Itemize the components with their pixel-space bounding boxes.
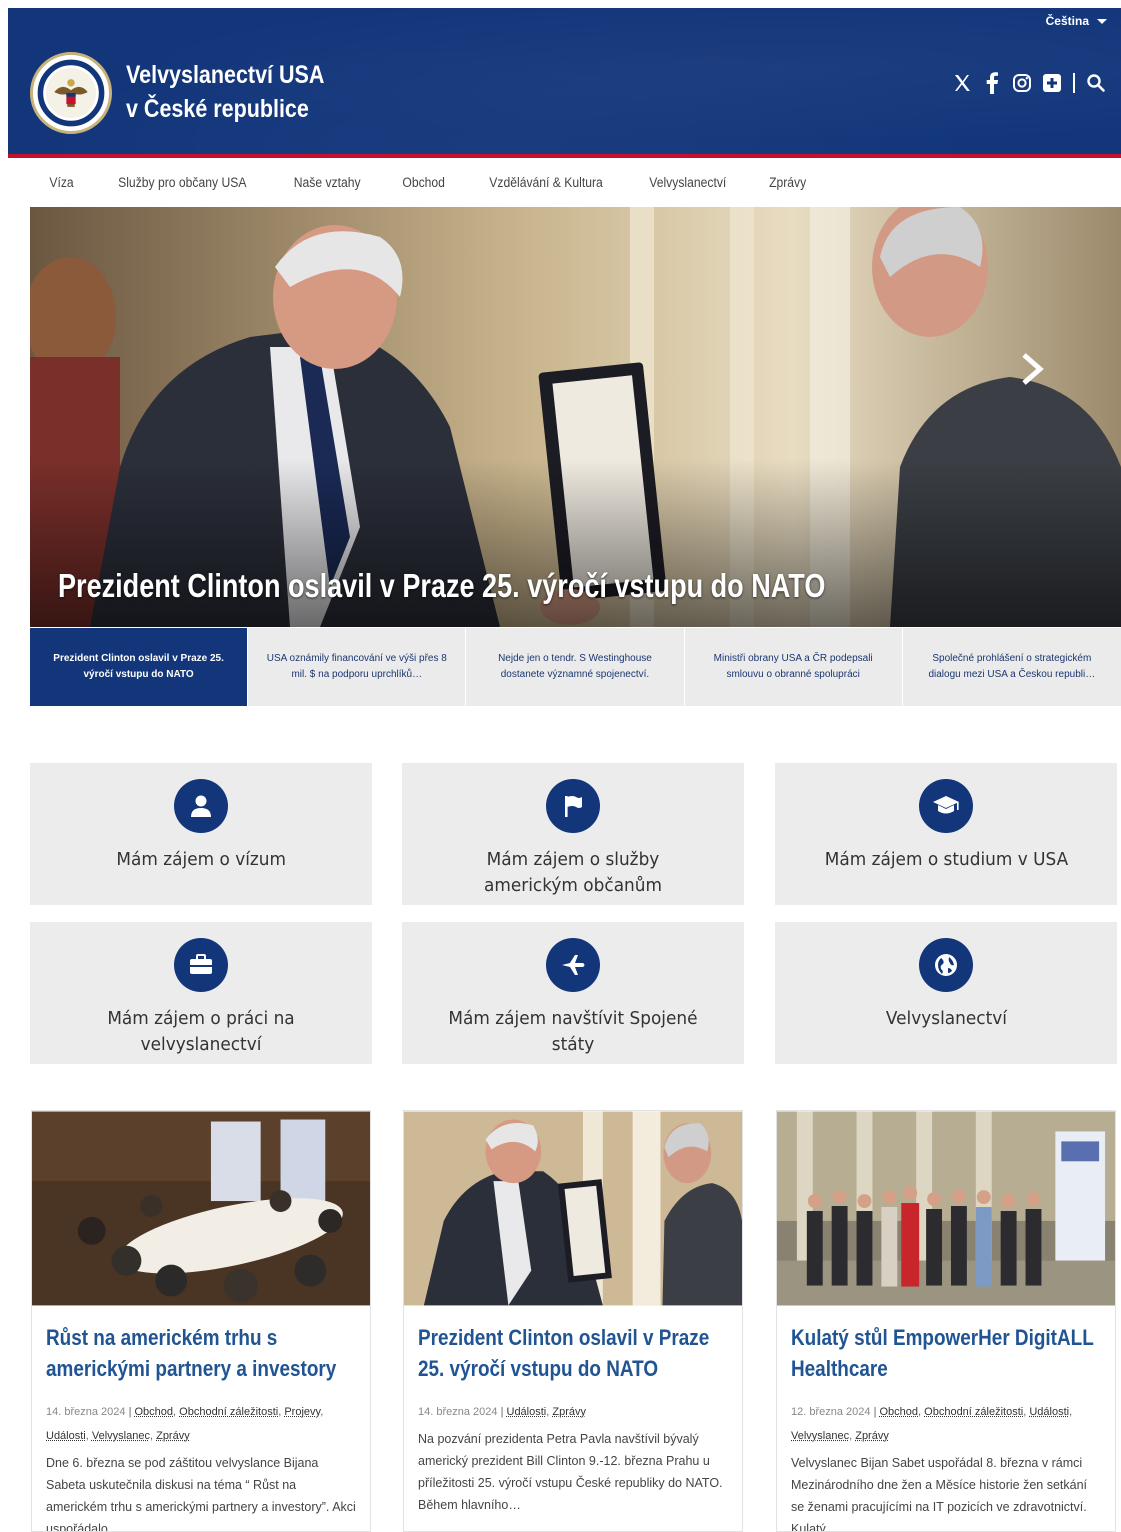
nav-item-zpravy[interactable]: Zprávy — [753, 175, 823, 190]
news-tag[interactable]: Velvyslanec — [791, 1430, 849, 1442]
hero-photo — [30, 207, 1121, 627]
news-card-meta: 14. března 2024 | Události, Zprávy — [418, 1406, 586, 1418]
news-card-date: 12. března 2024 — [791, 1406, 871, 1418]
news-card-image[interactable] — [404, 1111, 742, 1306]
news-tag[interactable]: Obchodní záležitosti — [179, 1406, 278, 1418]
site-title[interactable]: Velvyslanectví USA v České republice — [126, 58, 324, 126]
nav-item-vztahy[interactable]: Naše vztahy — [277, 175, 376, 190]
social-links — [951, 72, 1107, 94]
news-card-excerpt: Dne 6. března se pod záštitou velvyslanc… — [46, 1456, 356, 1532]
chevron-down-icon — [1097, 18, 1107, 24]
carousel-tab[interactable]: Nejde jen o tendr. S Westinghouse dostan… — [466, 628, 685, 706]
news-tag[interactable]: Obchodní záležitosti — [924, 1406, 1023, 1418]
facebook-icon[interactable] — [981, 72, 1003, 94]
news-card-image[interactable] — [32, 1111, 370, 1306]
news-card: Kulatý stůl EmpowerHer DigitALL Healthca… — [776, 1110, 1116, 1532]
carousel-tab[interactable]: Prezident Clinton oslavil v Praze 25. vý… — [30, 628, 249, 706]
nav-item-viza[interactable]: Víza — [33, 175, 90, 190]
hero-caption[interactable]: Prezident Clinton oslavil v Praze 25. vý… — [58, 567, 825, 605]
news-tag[interactable]: Zprávy — [552, 1406, 586, 1418]
site-title-line-1: Velvyslanectví USA — [126, 61, 325, 89]
service-tile-embassy[interactable]: Velvyslanectví — [775, 922, 1117, 1064]
news-card-excerpt: Velvyslanec Bijan Sabet uspořádal 8. bře… — [791, 1456, 1088, 1532]
carousel-tab[interactable]: Ministři obrany USA a ČR podepsali smlou… — [685, 628, 903, 706]
separator — [1073, 73, 1075, 93]
carousel-tabs: Prezident Clinton oslavil v Praze 25. vý… — [30, 628, 1121, 706]
news-tag[interactable]: Velvyslanec — [92, 1430, 150, 1442]
news-card-title[interactable]: Kulatý stůl EmpowerHer DigitALL Healthca… — [791, 1322, 1109, 1384]
news-card-image[interactable] — [777, 1111, 1115, 1306]
globe-icon — [919, 938, 973, 992]
embassy-seal-logo[interactable] — [30, 52, 112, 134]
nav-item-sluzby[interactable]: Služby pro občany USA — [102, 175, 263, 190]
graduation-cap-icon — [919, 779, 973, 833]
news-tag[interactable]: Události — [46, 1430, 86, 1442]
flickr-icon[interactable] — [1041, 72, 1063, 94]
news-card-meta: 12. března 2024 | Obchod, Obchodní zálež… — [791, 1406, 1073, 1442]
service-tile-label: Mám zájem o studium v USA — [824, 849, 1068, 870]
service-tile-label: Mám zájem navštívit Spojené státy — [448, 1008, 698, 1055]
site-header: Čeština Velvyslanectví USA v České repub… — [8, 8, 1121, 156]
hero-slide[interactable]: Prezident Clinton oslavil v Praze 25. vý… — [30, 207, 1121, 627]
news-tag[interactable]: Projevy — [284, 1406, 320, 1418]
news-tag[interactable]: Obchod — [880, 1406, 919, 1418]
search-icon[interactable] — [1085, 72, 1107, 94]
service-tile-label: Mám zájem o práci na velvyslanectví — [107, 1008, 295, 1055]
plane-icon — [546, 938, 600, 992]
news-card: Růst na americkém trhu s americkými part… — [31, 1110, 371, 1532]
carousel-tab[interactable]: Společné prohlášení o strategickém dialo… — [903, 628, 1121, 706]
news-card-title[interactable]: Růst na americkém trhu s americkými part… — [46, 1322, 364, 1384]
news-card-excerpt: Na pozvání prezidenta Petra Pavla navští… — [418, 1432, 723, 1512]
service-tile-citizen-services[interactable]: Mám zájem o služby americkým občanům — [402, 763, 744, 905]
site-title-line-2: v České republice — [126, 95, 309, 123]
service-tile-label: Velvyslanectví — [885, 1008, 1007, 1029]
news-tag[interactable]: Zprávy — [855, 1430, 889, 1442]
language-selector[interactable]: Čeština — [1046, 14, 1107, 28]
language-label: Čeština — [1045, 14, 1089, 28]
service-tile-visa[interactable]: Mám zájem o vízum — [30, 763, 372, 905]
flag-icon — [546, 779, 600, 833]
nav-item-velvyslanectvi[interactable]: Velvyslanectví — [633, 175, 742, 190]
news-tag[interactable]: Události — [507, 1406, 547, 1418]
nav-item-vzdelavani[interactable]: Vzdělávání & Kultura — [473, 175, 619, 190]
chevron-right-icon[interactable] — [1018, 352, 1046, 386]
service-tile-visit-us[interactable]: Mám zájem navštívit Spojené státy — [402, 922, 744, 1064]
instagram-icon[interactable] — [1011, 72, 1033, 94]
service-tile-label: Mám zájem o vízum — [116, 849, 286, 870]
carousel-tab[interactable]: USA oznámily financování ve výši přes 8 … — [248, 628, 467, 706]
header-accent-line — [8, 154, 1121, 158]
news-card-title[interactable]: Prezident Clinton oslavil v Praze 25. vý… — [418, 1322, 736, 1384]
news-card-date: 14. března 2024 — [46, 1406, 126, 1418]
news-card-meta: 14. března 2024 | Obchod, Obchodní zálež… — [46, 1406, 324, 1442]
x-icon[interactable] — [951, 72, 973, 94]
service-tile-label: Mám zájem o služby americkým občanům — [484, 849, 662, 896]
main-nav: Víza Služby pro občany USA Naše vztahy O… — [30, 166, 826, 198]
nav-item-obchod[interactable]: Obchod — [386, 175, 461, 190]
user-icon — [174, 779, 228, 833]
news-tag[interactable]: Zprávy — [156, 1430, 190, 1442]
service-tile-study[interactable]: Mám zájem o studium v USA — [775, 763, 1117, 905]
briefcase-icon — [174, 938, 228, 992]
news-tag[interactable]: Obchod — [135, 1406, 174, 1418]
news-card: Prezident Clinton oslavil v Praze 25. vý… — [403, 1110, 743, 1532]
service-tile-jobs[interactable]: Mám zájem o práci na velvyslanectví — [30, 922, 372, 1064]
news-card-date: 14. března 2024 — [418, 1406, 498, 1418]
news-tag[interactable]: Události — [1029, 1406, 1069, 1418]
